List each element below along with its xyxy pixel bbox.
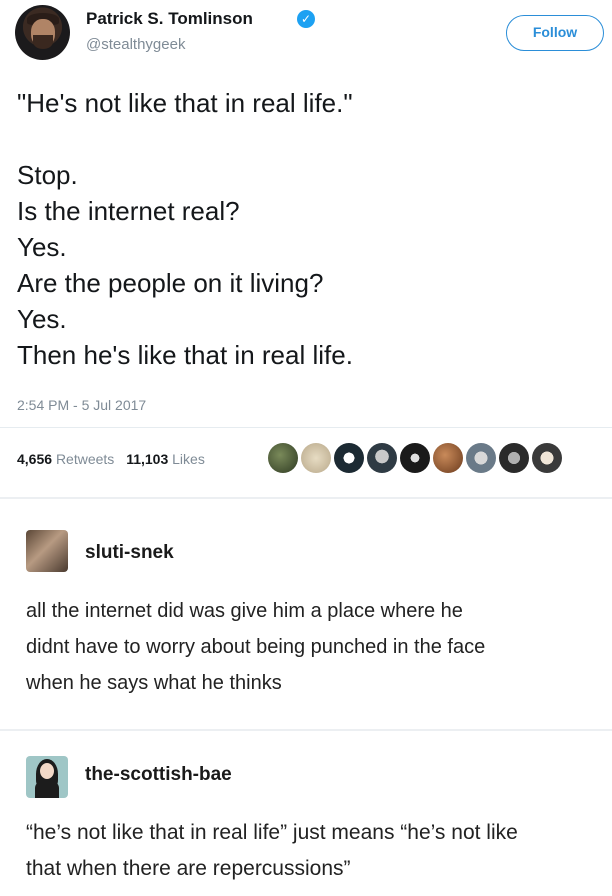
likes-count[interactable]: 11,103	[126, 451, 168, 467]
reply-text-line: didnt have to worry about being punched …	[26, 636, 486, 658]
tweet-text-line: Stop.	[17, 160, 78, 190]
tweet-text-line: Yes.	[17, 304, 67, 334]
tweet-text-line: "He's not like that in real life."	[17, 88, 353, 118]
tweet-stats: 4,656 Retweets 11,103 Likes	[17, 451, 213, 467]
tweet-text: "He's not like that in real life." Stop.…	[17, 85, 577, 373]
likes-label[interactable]: Likes	[172, 451, 205, 467]
tweet-text-line: Yes.	[17, 232, 67, 262]
section-divider	[0, 729, 612, 731]
author-name[interactable]: Patrick S. Tomlinson	[86, 9, 253, 29]
liker-avatar[interactable]	[301, 443, 331, 473]
reply-avatar[interactable]	[26, 530, 68, 572]
liker-avatar[interactable]	[268, 443, 298, 473]
reply-text: “he’s not like that in real life” just m…	[26, 815, 601, 887]
reply-avatar[interactable]	[26, 756, 68, 798]
liker-avatar[interactable]	[334, 443, 364, 473]
author-handle[interactable]: @stealthygeek	[86, 36, 185, 53]
reply-text-line: that when there are repercussions”	[26, 857, 351, 880]
reply-text-line: when he says what he thinks	[26, 672, 282, 694]
follow-button[interactable]: Follow	[506, 15, 604, 51]
liker-avatar[interactable]	[532, 443, 562, 473]
reply-text-line: “he’s not like that in real life” just m…	[26, 821, 518, 844]
retweets-label[interactable]: Retweets	[56, 451, 114, 467]
retweets-count[interactable]: 4,656	[17, 451, 52, 467]
liker-avatar[interactable]	[400, 443, 430, 473]
liker-avatars	[268, 443, 562, 473]
reply-username[interactable]: the-scottish-bae	[85, 764, 232, 786]
section-divider	[0, 497, 612, 499]
tweet-timestamp[interactable]: 2:54 PM - 5 Jul 2017	[17, 397, 146, 413]
tweet-text-line: Is the internet real?	[17, 196, 240, 226]
verified-badge-icon: ✓	[297, 10, 315, 28]
tweet-text-line: Then he's like that in real life.	[17, 340, 353, 370]
liker-avatar[interactable]	[433, 443, 463, 473]
liker-avatar[interactable]	[499, 443, 529, 473]
divider	[0, 427, 612, 428]
liker-avatar[interactable]	[466, 443, 496, 473]
reply-text: all the internet did was give him a plac…	[26, 593, 601, 701]
reply-text-line: all the internet did was give him a plac…	[26, 600, 463, 622]
tweet-text-line: Are the people on it living?	[17, 268, 324, 298]
liker-avatar[interactable]	[367, 443, 397, 473]
author-avatar[interactable]	[15, 5, 70, 60]
reply-username[interactable]: sluti-snek	[85, 542, 174, 564]
